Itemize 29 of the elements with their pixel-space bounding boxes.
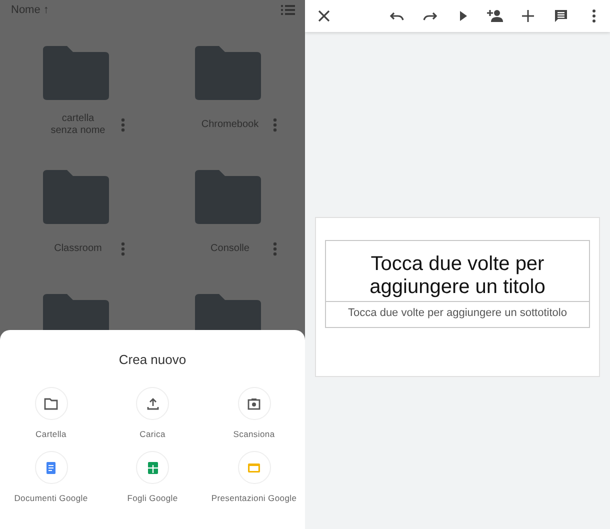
add-icon[interactable]: [520, 8, 536, 24]
action-label: Presentazioni Google: [211, 493, 297, 503]
action-label: Scansiona: [233, 429, 275, 439]
create-button[interactable]: [34, 451, 68, 484]
create-button[interactable]: [136, 451, 169, 484]
action-label: Carica: [140, 429, 166, 439]
slide[interactable]: Tocca due volte per aggiungere un titolo Tocca due volte per aggiungere un sottotitolo: [315, 217, 600, 377]
sort-button[interactable]: Nome ↑: [11, 4, 49, 16]
sheet-title: Crea nuovo: [118, 352, 188, 367]
action-label: Documenti Google: [14, 493, 88, 503]
create-button[interactable]: [238, 387, 270, 420]
title-placeholder[interactable]: Tocca due volte per aggiungere un titolo: [325, 240, 590, 302]
document-icon[interactable]: [44, 460, 58, 474]
spreadsheet-icon[interactable]: [146, 460, 160, 474]
create-button[interactable]: [34, 387, 68, 420]
comment-icon[interactable]: [552, 8, 569, 24]
upload-icon[interactable]: [146, 396, 160, 410]
folder-icon[interactable]: [44, 396, 58, 410]
folder-name[interactable]: Chromebook: [180, 119, 280, 131]
close-icon[interactable]: [316, 8, 332, 24]
camera-icon[interactable]: [247, 396, 261, 410]
folder-name[interactable]: Classroom: [28, 243, 128, 255]
create-button[interactable]: [136, 387, 169, 420]
folder-name[interactable]: cartella senza nome: [28, 113, 128, 137]
action-label: Cartella: [36, 429, 66, 439]
subtitle-placeholder[interactable]: Tocca due volte per aggiungere un sottotitolo: [325, 302, 590, 328]
folder-name[interactable]: Consolle: [180, 243, 280, 255]
action-label: Fogli Google: [127, 493, 178, 503]
add-person-icon[interactable]: [487, 8, 504, 24]
